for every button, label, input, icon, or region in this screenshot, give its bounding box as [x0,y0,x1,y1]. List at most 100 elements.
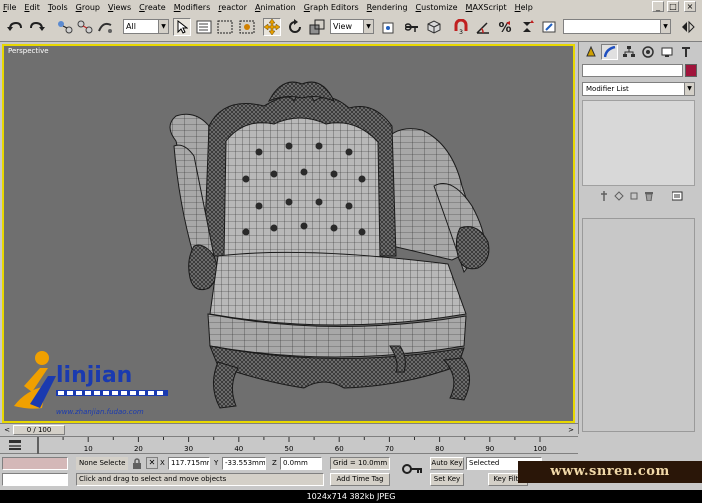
current-frame-marker [37,437,39,454]
maximize-button[interactable]: □ [667,1,679,12]
menu-item-help[interactable]: Help [515,3,533,12]
select-object-icon[interactable] [173,18,191,36]
menu-item-edit[interactable]: Edit [24,3,40,12]
display-tab-icon[interactable] [658,44,675,60]
object-name-field[interactable] [582,64,683,77]
linjian-logo-watermark: linjian www.zhanjian.fudao.com [14,351,168,416]
unlink-selection-icon[interactable] [76,18,94,36]
track-ruler: 10 20 30 40 50 60 70 80 90 100 [37,437,547,454]
chevron-down-icon: ▼ [684,83,694,95]
remove-modifier-icon[interactable] [643,190,655,202]
menu-item-rendering[interactable]: Rendering [367,3,408,12]
menu-item-file[interactable]: File [3,3,16,12]
menu-item-tools[interactable]: Tools [48,3,68,12]
reference-coordinate-dropdown[interactable]: View ▼ [330,19,374,34]
selection-lock-icon[interactable] [131,458,143,470]
angle-snap-toggle-icon[interactable] [474,18,492,36]
key-mode-value: Selected [469,459,500,467]
named-selection-sets-dropdown[interactable]: ▼ [563,19,671,34]
utilities-tab-icon[interactable] [677,44,694,60]
time-slider-thumb[interactable]: 0 / 100 [13,425,65,435]
select-and-rotate-icon[interactable] [286,18,304,36]
set-key-mode-icon[interactable] [402,462,424,476]
x-coord-label: X [160,459,165,467]
menu-item-create[interactable]: Create [139,3,166,12]
track-tick-label: 60 [335,445,344,453]
modifier-list-label: Modifier List [586,85,629,93]
y-coord-field[interactable]: -33.553mm [222,457,266,470]
time-slider[interactable]: < 0 / 100 > [0,423,578,436]
minimize-button[interactable]: _ [652,1,664,12]
main-toolbar: All ▼ View ▼ 3 % ▼ [0,14,702,42]
selection-count: None Selecte [76,457,128,470]
rectangular-selection-region-icon[interactable] [216,18,234,36]
logo-url: www.zhanjian.fudao.com [56,408,144,416]
show-end-result-icon[interactable] [613,190,625,202]
edit-named-selection-icon[interactable] [540,18,558,36]
add-time-tag-button[interactable]: Add Time Tag [330,473,390,486]
modifier-stack-list[interactable] [582,100,695,186]
selection-filter-value: All [126,22,136,31]
percent-snap-toggle-icon[interactable]: % [496,18,514,36]
auto-key-button[interactable]: Auto Key [430,457,464,470]
select-and-move-icon[interactable] [263,18,281,36]
pin-stack-icon[interactable] [598,190,610,202]
track-tick-label: 100 [533,445,546,453]
redo-icon[interactable] [28,18,46,36]
z-coord-field[interactable]: 0.0mm [280,457,322,470]
modify-tab-icon[interactable] [601,44,618,60]
grid-spacing-display: Grid = 10.0mm [330,457,390,470]
modifier-list-dropdown[interactable]: Modifier List ▼ [582,82,695,96]
track-bar[interactable]: 10 20 30 40 50 60 70 80 90 100 [0,436,578,454]
set-key-button[interactable]: Set Key [430,473,464,486]
svg-text:3: 3 [459,29,463,35]
menu-item-modifiers[interactable]: Modifiers [174,3,211,12]
close-button[interactable]: × [684,1,696,12]
undo-icon[interactable] [6,18,24,36]
chevron-down-icon: ▼ [158,20,168,33]
menu-item-reactor[interactable]: reactor [218,3,247,12]
snaps-toggle-icon[interactable]: 3 [452,18,470,36]
select-and-link-icon[interactable] [56,18,74,36]
track-tick-label: 30 [184,445,193,453]
chevron-down-icon: ▼ [363,20,373,33]
menu-item-animation[interactable]: Animation [255,3,296,12]
maxscript-listener-input[interactable] [2,473,68,486]
logo-text: linjian [56,363,132,388]
keyboard-shortcut-override-icon[interactable] [425,18,443,36]
x-coord-field[interactable]: 117.715mm [168,457,210,470]
maxscript-listener-mini[interactable] [2,457,68,470]
selection-filter-dropdown[interactable]: All ▼ [123,19,169,34]
menu-item-group[interactable]: Group [76,3,100,12]
spinner-snap-toggle-icon[interactable] [518,18,536,36]
mirror-icon[interactable] [679,18,697,36]
next-frame-arrow[interactable]: > [566,425,576,435]
track-tick-label: 50 [285,445,294,453]
hierarchy-tab-icon[interactable] [620,44,637,60]
track-tick-label: 10 [84,445,93,453]
object-color-swatch[interactable] [685,64,697,77]
make-unique-icon[interactable] [628,190,640,202]
bind-to-space-warp-icon[interactable] [96,18,114,36]
menu-item-graph-editors[interactable]: Graph Editors [304,3,359,12]
menu-item-customize[interactable]: Customize [416,3,458,12]
create-tab-icon[interactable] [582,44,599,60]
absolute-mode-icon[interactable]: ✕ [146,457,158,469]
select-and-manipulate-icon[interactable] [404,18,422,36]
motion-tab-icon[interactable] [639,44,656,60]
menu-item-maxscript[interactable]: MAXScript [466,3,507,12]
select-by-name-icon[interactable] [195,18,213,36]
max-window: File Edit Tools Group Views Create Modifiers re… [0,0,702,490]
site-watermark: www.snren.com [518,461,702,483]
use-pivot-center-icon[interactable] [380,18,398,36]
previous-frame-arrow[interactable]: < [2,425,12,435]
window-crossing-icon[interactable] [238,18,256,36]
track-tick-label: 40 [234,445,243,453]
select-and-scale-icon[interactable] [308,18,326,36]
configure-modifier-sets-icon[interactable] [672,190,684,202]
menu-item-views[interactable]: Views [108,3,131,12]
reference-coordinate-value: View [333,22,352,31]
track-tick-label: 80 [435,445,444,453]
image-info-bar: 1024x714 382kb JPEG [0,490,702,503]
prompt-line: Click and drag to select and move object… [76,473,324,486]
